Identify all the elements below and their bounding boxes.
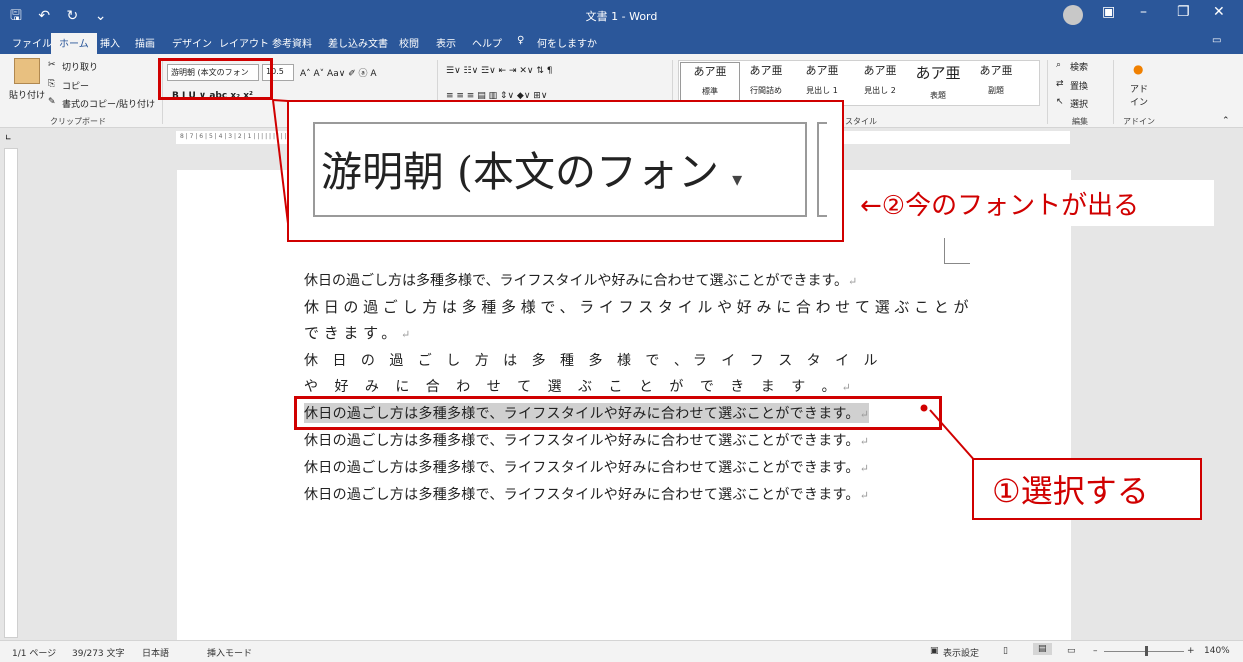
page-count[interactable]: 1/1 ページ bbox=[12, 646, 56, 659]
status-bar: 1/1 ページ 39/273 文字 日本語 挿入モード ▣ 表示設定 ▯ ▤ ▭… bbox=[0, 640, 1243, 662]
read-mode-icon[interactable]: ▯ bbox=[1003, 646, 1008, 656]
display-settings-icon[interactable]: ▣ bbox=[930, 646, 939, 656]
zoom-out-icon[interactable]: – bbox=[1093, 646, 1098, 656]
zoom-level[interactable]: 140% bbox=[1204, 646, 1230, 656]
insert-mode[interactable]: 挿入モード bbox=[207, 646, 252, 659]
zoom-in-icon[interactable]: + bbox=[1187, 646, 1195, 656]
zoom-slider[interactable] bbox=[1104, 651, 1184, 652]
zoom-slider-thumb[interactable] bbox=[1145, 646, 1148, 656]
language-indicator[interactable]: 日本語 bbox=[142, 646, 169, 659]
web-layout-icon[interactable]: ▭ bbox=[1067, 646, 1076, 656]
zoomed-font-name: 游明朝 (本文のフォン bbox=[321, 148, 720, 196]
callout-font-shown: ←②今のフォントが出る bbox=[848, 180, 1214, 226]
zoomed-font-combo: 游明朝 (本文のフォン ▾ bbox=[313, 122, 807, 217]
print-layout-icon[interactable]: ▤ bbox=[1033, 643, 1052, 655]
callout-select: ①選択する bbox=[972, 458, 1202, 520]
display-settings[interactable]: 表示設定 bbox=[943, 646, 979, 659]
zoom-inset: 游明朝 (本文のフォン ▾ bbox=[287, 100, 844, 242]
word-count[interactable]: 39/273 文字 bbox=[72, 646, 125, 659]
dropdown-arrow-icon: ▾ bbox=[732, 167, 743, 191]
selection-highlight bbox=[294, 396, 942, 430]
zoomed-size-combo-edge bbox=[817, 122, 827, 217]
